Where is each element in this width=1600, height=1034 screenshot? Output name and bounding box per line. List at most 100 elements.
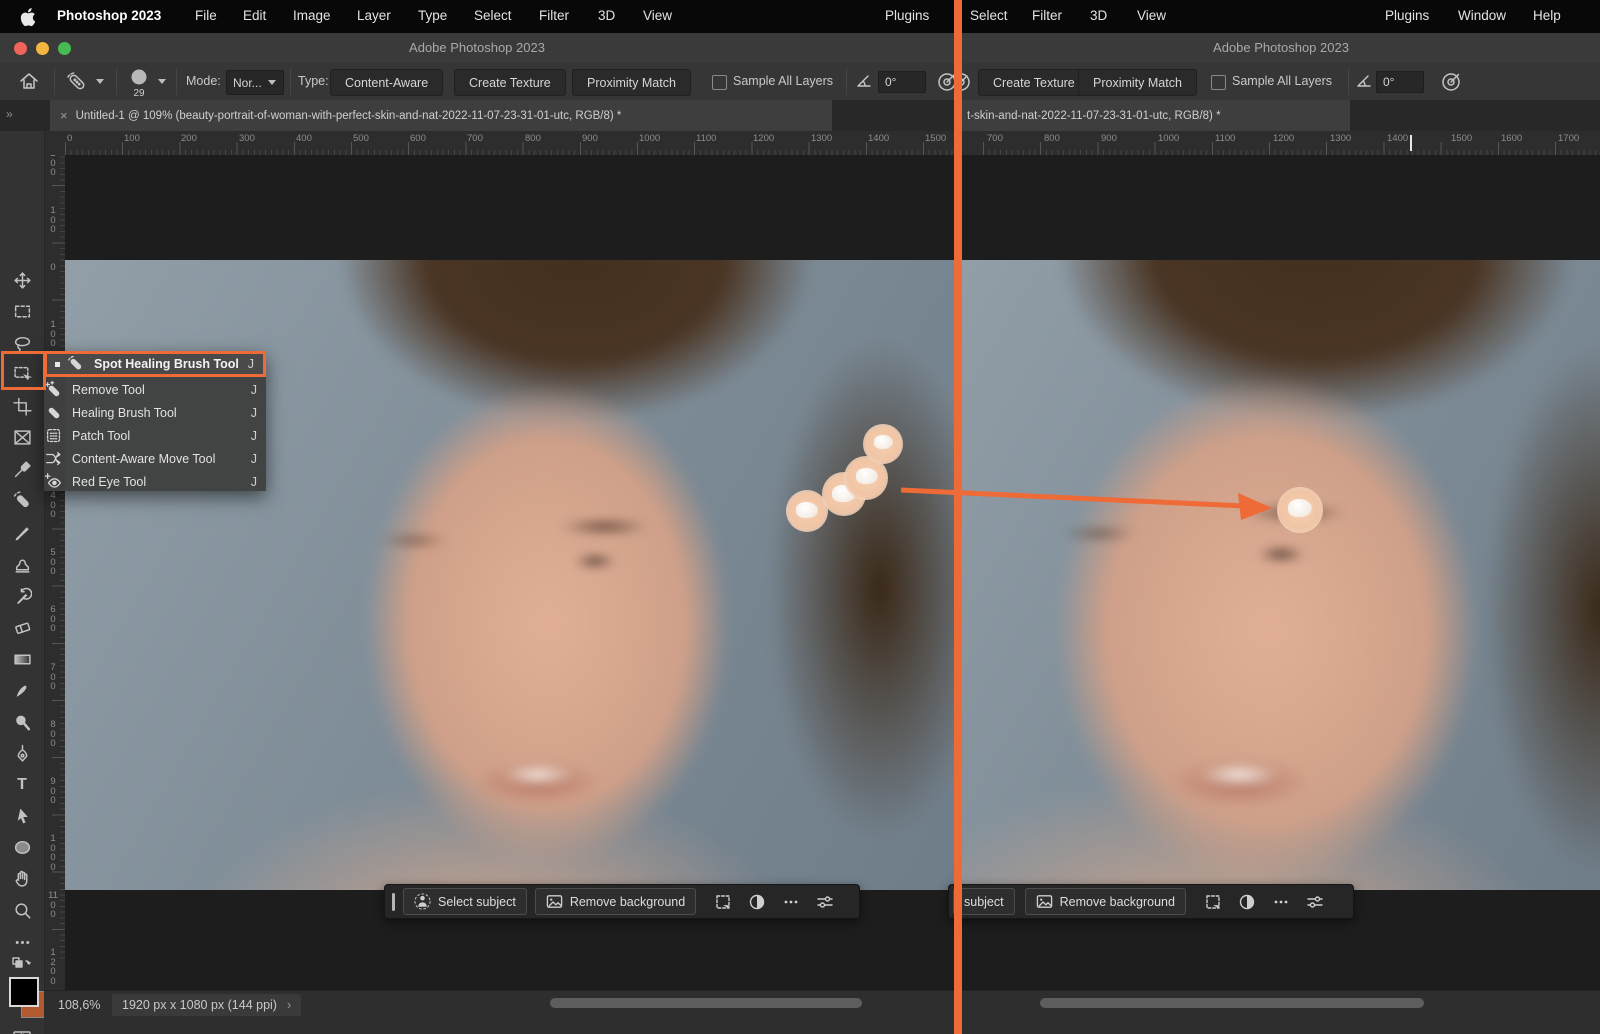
menu-window[interactable]: Window: [1458, 8, 1506, 23]
tool-preset-spot-healing-icon[interactable]: [64, 69, 90, 100]
document-size-value: 1920 px x 1080 px (144 ppi): [122, 998, 277, 1012]
zoom-level[interactable]: 108,6%: [58, 998, 100, 1012]
remove-background-button-2[interactable]: Remove background: [1025, 888, 1186, 915]
pen-tool[interactable]: [7, 740, 37, 766]
flyout-healing-brush-tool[interactable]: Healing Brush Tool J: [44, 401, 266, 424]
flyout-red-eye-tool[interactable]: Red Eye Tool J: [44, 470, 266, 493]
angle-field-2[interactable]: 0°: [1376, 71, 1424, 93]
pressure-size-icon[interactable]: [1440, 71, 1462, 98]
marquee-tool[interactable]: [7, 298, 37, 324]
horizontal-scrollbar[interactable]: [550, 998, 862, 1008]
edit-toolbar-icon[interactable]: [7, 929, 37, 955]
sample-all-layers-checkbox[interactable]: [712, 75, 727, 90]
pressure-size-icon[interactable]: [962, 71, 972, 98]
taskbar-properties-icon[interactable]: [1298, 893, 1332, 911]
menu-image[interactable]: Image: [293, 8, 331, 23]
quick-mask-icon[interactable]: [7, 1024, 37, 1034]
menu-help[interactable]: Help: [1533, 8, 1561, 23]
smudge-tool[interactable]: [7, 677, 37, 703]
history-brush-tool[interactable]: [7, 583, 37, 609]
spot-healing-brush-icon: [66, 354, 86, 374]
close-tab-icon[interactable]: ×: [60, 108, 68, 123]
gradient-tool[interactable]: [7, 646, 37, 672]
person-icon: [414, 893, 431, 910]
proximity-match-button-2[interactable]: Proximity Match: [1078, 69, 1197, 96]
angle-value: 0°: [885, 75, 896, 89]
canvas-left[interactable]: [65, 155, 954, 990]
apple-icon[interactable]: [20, 8, 36, 29]
menu-select-2[interactable]: Select: [970, 8, 1008, 23]
remove-background-button[interactable]: Remove background: [535, 888, 696, 915]
select-subject-button-2[interactable]: subject: [953, 888, 1015, 915]
angle-field[interactable]: 0°: [878, 71, 926, 93]
menu-layer[interactable]: Layer: [357, 8, 391, 23]
menu-view[interactable]: View: [643, 8, 672, 23]
adjustments-icon[interactable]: [740, 893, 774, 911]
content-aware-button[interactable]: Content-Aware: [330, 69, 443, 96]
menu-select[interactable]: Select: [474, 8, 512, 23]
content-aware-move-icon: [44, 449, 64, 469]
proximity-match-button[interactable]: Proximity Match: [572, 69, 691, 96]
path-selection-tool[interactable]: [7, 803, 37, 829]
horizontal-scrollbar[interactable]: [1040, 998, 1424, 1008]
taskbar-drag-handle[interactable]: [392, 893, 395, 911]
panel-collapse-icon[interactable]: »: [6, 107, 13, 121]
taskbar-properties-icon[interactable]: [808, 893, 842, 911]
menu-plugins[interactable]: Plugins: [885, 8, 929, 23]
foreground-color-swatch[interactable]: [9, 977, 39, 1007]
vertical-ruler-left: 200 100 0 100 200 300 400 500 600 700 80…: [44, 155, 66, 990]
document-size-chip[interactable]: 1920 px x 1080 px (144 ppi) ›: [112, 994, 301, 1016]
eyedropper-tool[interactable]: [7, 456, 37, 482]
home-icon[interactable]: [18, 71, 40, 96]
angle-icon: [1356, 74, 1372, 93]
ellipse-shape-tool[interactable]: [7, 834, 37, 860]
create-texture-button[interactable]: Create Texture: [454, 69, 566, 96]
sample-all-layers-label: Sample All Layers: [733, 74, 833, 88]
create-texture-button-2[interactable]: Create Texture: [978, 69, 1090, 96]
move-tool[interactable]: [7, 267, 37, 293]
document-tab[interactable]: × Untitled-1 @ 109% (beauty-portrait-of-…: [50, 100, 832, 131]
zoom-tool[interactable]: [7, 897, 37, 923]
default-colors-icon[interactable]: [7, 955, 37, 973]
eraser-tool[interactable]: [7, 614, 37, 640]
menu-plugins-2[interactable]: Plugins: [1385, 8, 1429, 23]
type-tool[interactable]: T: [7, 772, 37, 798]
more-options-icon[interactable]: [774, 893, 808, 911]
image-icon: [1036, 893, 1053, 910]
hand-tool[interactable]: [7, 865, 37, 891]
flyout-spot-healing-brush-tool[interactable]: Spot Healing Brush Tool J: [44, 351, 266, 377]
flyout-patch-tool[interactable]: Patch Tool J: [44, 424, 266, 447]
spot-healing-brush-tool[interactable]: [7, 487, 37, 513]
menu-file[interactable]: File: [195, 8, 217, 23]
document-tab-2[interactable]: t-skin-and-nat-2022-11-07-23-31-01-utc, …: [962, 100, 1350, 131]
transform-selection-icon[interactable]: [1196, 893, 1230, 911]
mode-dropdown[interactable]: Nor...: [226, 70, 284, 95]
transform-selection-icon[interactable]: [706, 893, 740, 911]
sample-all-layers-checkbox-2[interactable]: [1211, 75, 1226, 90]
menu-edit[interactable]: Edit: [243, 8, 266, 23]
frame-tool[interactable]: [7, 424, 37, 450]
adjustments-icon[interactable]: [1230, 893, 1264, 911]
more-options-icon[interactable]: [1264, 893, 1298, 911]
clone-stamp-tool[interactable]: [7, 551, 37, 577]
menu-view-2[interactable]: View: [1137, 8, 1166, 23]
chevron-down-icon[interactable]: [158, 79, 166, 84]
remove-tool-icon: [44, 380, 64, 400]
chevron-down-icon[interactable]: [96, 79, 104, 84]
flyout-remove-tool[interactable]: Remove Tool J: [44, 378, 266, 401]
menu-type[interactable]: Type: [418, 8, 447, 23]
brush-tool[interactable]: [7, 520, 37, 546]
crop-tool[interactable]: [7, 393, 37, 419]
active-tool-highlight: [1, 351, 46, 390]
menu-3d[interactable]: 3D: [598, 8, 615, 23]
canvas-right[interactable]: [962, 155, 1600, 990]
menu-3d-2[interactable]: 3D: [1090, 8, 1107, 23]
menu-filter-2[interactable]: Filter: [1032, 8, 1062, 23]
menu-app-name[interactable]: Photoshop 2023: [57, 8, 161, 23]
brush-size-preview[interactable]: 29: [130, 68, 148, 99]
select-subject-button[interactable]: Select subject: [403, 888, 527, 915]
document-tab-title: Untitled-1 @ 109% (beauty-portrait-of-wo…: [76, 110, 622, 122]
dodge-tool[interactable]: [7, 709, 37, 735]
flyout-content-aware-move-tool[interactable]: Content-Aware Move Tool J: [44, 447, 266, 470]
menu-filter[interactable]: Filter: [539, 8, 569, 23]
